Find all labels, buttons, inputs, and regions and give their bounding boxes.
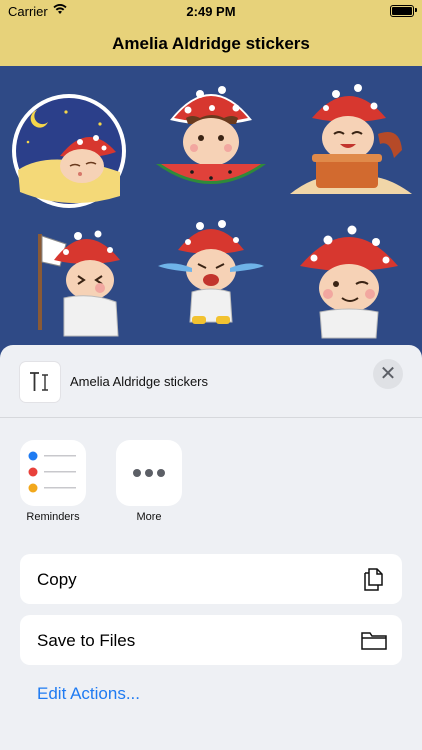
edit-actions-link[interactable]: Edit Actions... [37,684,140,704]
reminders-app-button[interactable] [20,440,86,506]
watermelon-sticker-art [156,86,266,184]
battery-icon [390,5,414,17]
winking-sticker-art [300,225,398,339]
crying-sticker[interactable] [152,206,270,324]
more-icon [133,469,165,477]
reminders-label: Reminders [26,511,80,523]
sleeping-sticker[interactable] [10,92,128,210]
nav-bar: Amelia Aldridge stickers [0,22,422,66]
flag-sticker[interactable] [20,214,138,337]
copy-label: Copy [37,570,77,589]
status-bar: Carrier 2:49 PM [0,0,422,22]
sticker-grid [0,66,422,356]
text-document-icon [20,362,60,402]
share-sheet-title: Amelia Aldridge stickers [70,374,208,389]
reminders-icon [28,451,76,493]
close-icon: ✕ [379,363,397,385]
copy-icon [364,568,383,591]
cooking-sticker-art [290,84,412,194]
more-label: More [136,511,162,523]
share-sheet: Amelia Aldridge stickers ✕ Reminders Mor… [0,345,422,750]
copy-action[interactable]: Copy [20,554,402,604]
share-sheet-header: Amelia Aldridge stickers ✕ [0,345,422,418]
sleeping-sticker-art [12,94,126,208]
save-to-files-action[interactable]: Save to Files [20,615,402,665]
cooking-sticker[interactable] [290,74,412,194]
winking-sticker[interactable] [290,214,408,339]
more-app-button[interactable] [116,440,182,506]
flag-sticker-art [38,230,120,337]
battery-cap [415,8,417,12]
watermelon-sticker[interactable] [152,74,270,192]
save-to-files-label: Save to Files [37,631,136,650]
clock: 2:49 PM [186,4,236,19]
page-title: Amelia Aldridge stickers [112,34,310,53]
folder-icon [361,632,387,650]
close-button[interactable]: ✕ [373,359,403,389]
crying-sticker-art [158,220,264,324]
